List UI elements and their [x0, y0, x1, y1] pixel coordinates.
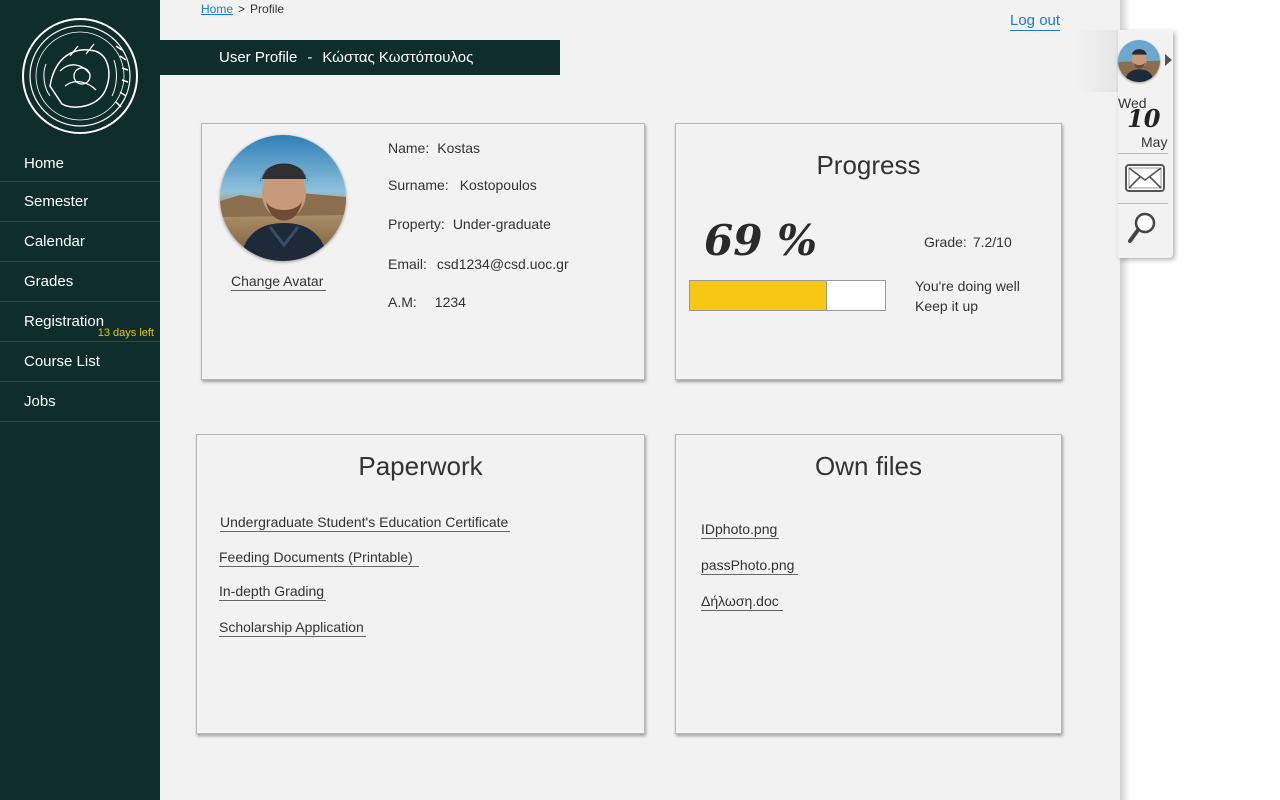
sidebar-item-label: Registration	[24, 313, 105, 330]
file-link[interactable]: IDphoto.png	[701, 520, 780, 539]
file-link[interactable]: passPhoto.png	[701, 556, 799, 575]
paperwork-link[interactable]: In-depth Grading	[219, 582, 327, 601]
sidebar-item-label: Jobs	[24, 393, 56, 410]
paperwork-link[interactable]: Feeding Documents (Printable)	[219, 548, 419, 567]
paperwork-link[interactable]: Scholarship Application	[219, 618, 366, 637]
surname-value: Kostopoulos	[459, 177, 537, 193]
main-panel: Home > Profile Log out User Profile - Κώστας…	[160, 0, 1120, 800]
sidebar-item-label: Calendar	[24, 233, 85, 250]
sidebar-item-semester[interactable]: Semester	[0, 182, 160, 222]
grade-field: Grade: 7.2/10	[924, 234, 1012, 250]
am-label: A.M:	[388, 294, 417, 310]
widget-expand-arrow-icon[interactable]	[1165, 54, 1172, 66]
mail-icon[interactable]	[1124, 162, 1166, 194]
grade-label: Grade:	[924, 234, 967, 250]
sidebar-item-grades[interactable]: Grades	[0, 262, 160, 302]
progress-bar	[689, 280, 886, 311]
page-title-user-name: Κώστας Κωστόπουλος	[322, 49, 474, 66]
progress-message: You're doing well Keep it up	[915, 276, 1020, 316]
breadcrumb: Home > Profile	[201, 2, 284, 16]
widget-divider	[1118, 153, 1168, 154]
property-field: Property: Under-graduate	[388, 216, 551, 232]
page-title: User Profile - Κώστας Κωστόπουλος	[160, 40, 560, 75]
breadcrumb-current: Profile	[250, 2, 285, 16]
grade-value: 7.2/10	[972, 234, 1012, 250]
breadcrumb-home-link[interactable]: Home	[201, 2, 233, 16]
sidebar-item-label: Grades	[24, 273, 74, 290]
profile-card: Change Avatar Name: Kostas Surname: Kostop…	[201, 123, 645, 380]
avatar	[220, 135, 346, 261]
avatar-photo	[220, 135, 346, 261]
email-label: Email:	[388, 256, 427, 272]
widget-divider	[1118, 203, 1168, 204]
widget-month: May	[1141, 134, 1168, 150]
email-value: csd1234@csd.uoc.gr	[436, 256, 569, 272]
own-files-card: Own files IDphoto.png passPhoto.png Δήλω…	[675, 434, 1062, 734]
search-icon[interactable]	[1126, 210, 1160, 246]
sidebar-item-calendar[interactable]: Calendar	[0, 222, 160, 262]
university-seal-logo	[22, 18, 138, 134]
surname-label: Surname:	[388, 177, 449, 193]
progress-card: Progress 69 % Grade: 7.2/10 You're doing …	[675, 123, 1062, 380]
sidebar-item-registration[interactable]: Registration 13 days left	[0, 302, 160, 342]
name-label: Name:	[388, 140, 430, 156]
widget-avatar-photo	[1118, 40, 1160, 82]
name-value: Kostas	[437, 140, 481, 156]
sidebar-item-course-list[interactable]: Course List	[0, 342, 160, 382]
am-value: 1234	[434, 294, 466, 310]
am-field: A.M: 1234	[388, 294, 466, 310]
sidebar-item-label: Course List	[24, 353, 100, 370]
property-value: Under-graduate	[452, 216, 551, 232]
surname-field: Surname: Kostopoulos	[388, 177, 537, 193]
widget-avatar[interactable]	[1118, 40, 1160, 82]
sidebar-item-jobs[interactable]: Jobs	[0, 382, 160, 422]
logout-link[interactable]: Log out	[1010, 12, 1061, 31]
file-link[interactable]: Δήλωση.doc	[701, 592, 783, 611]
sidebar: Home Semester Calendar Grades Registrati…	[0, 0, 160, 800]
progress-percent: 69 %	[704, 216, 817, 265]
progress-message-line: You're doing well	[915, 278, 1020, 294]
progress-bar-fill	[690, 281, 828, 310]
sidebar-nav: Home Semester Calendar Grades Registrati…	[0, 145, 160, 422]
quick-widget-tab	[1076, 30, 1120, 92]
paperwork-link[interactable]: Undergraduate Student's Education Certif…	[220, 513, 511, 532]
progress-message-line: Keep it up	[915, 298, 979, 314]
name-field: Name: Kostas	[388, 140, 480, 156]
own-files-title: Own files	[815, 451, 922, 481]
email-field: Email: csd1234@csd.uoc.gr	[388, 256, 569, 272]
page-title-prefix: User Profile	[219, 49, 298, 66]
change-avatar-link[interactable]: Change Avatar	[231, 272, 327, 291]
sidebar-item-label: Semester	[24, 193, 89, 210]
sidebar-item-home[interactable]: Home	[0, 145, 160, 182]
registration-deadline-badge: 13 days left	[97, 327, 154, 339]
paperwork-title: Paperwork	[358, 451, 483, 481]
breadcrumb-separator: >	[238, 2, 246, 16]
paperwork-card: Paperwork Undergraduate Student's Educat…	[196, 434, 645, 734]
widget-date: 10	[1127, 104, 1161, 133]
page-title-dash: -	[307, 49, 313, 66]
sidebar-item-label: Home	[24, 155, 65, 172]
progress-title: Progress	[816, 150, 921, 180]
property-label: Property:	[388, 216, 445, 232]
